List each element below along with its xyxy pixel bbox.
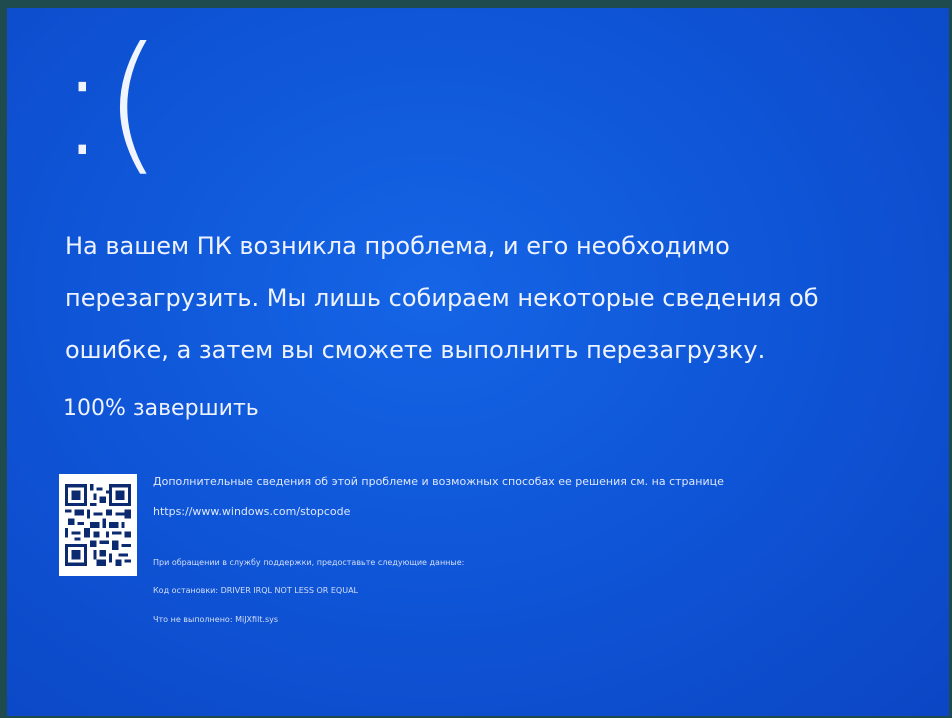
stop-code: Код остановки: DRIVER IRQL NOT LESS OR E… — [153, 586, 358, 595]
error-message: На вашем ПК возникла проблема, и его нео… — [65, 232, 819, 364]
support-instructions: При обращении в службу поддержки, предос… — [153, 558, 465, 567]
failed-module: Что не выполнено: MiJXfilt.sys — [153, 615, 279, 624]
additional-info-text: Дополнительные сведения об этой проблеме… — [153, 475, 724, 488]
qr-code-icon — [59, 474, 137, 576]
sad-face-emoticon: :( — [57, 16, 162, 190]
progress-text: 100% завершить — [63, 396, 259, 421]
qr-code-graphic — [65, 484, 131, 566]
blue-screen: :( На вашем ПК возникла проблема, и его … — [7, 8, 949, 716]
stopcode-url: https://www.windows.com/stopcode — [153, 505, 351, 518]
